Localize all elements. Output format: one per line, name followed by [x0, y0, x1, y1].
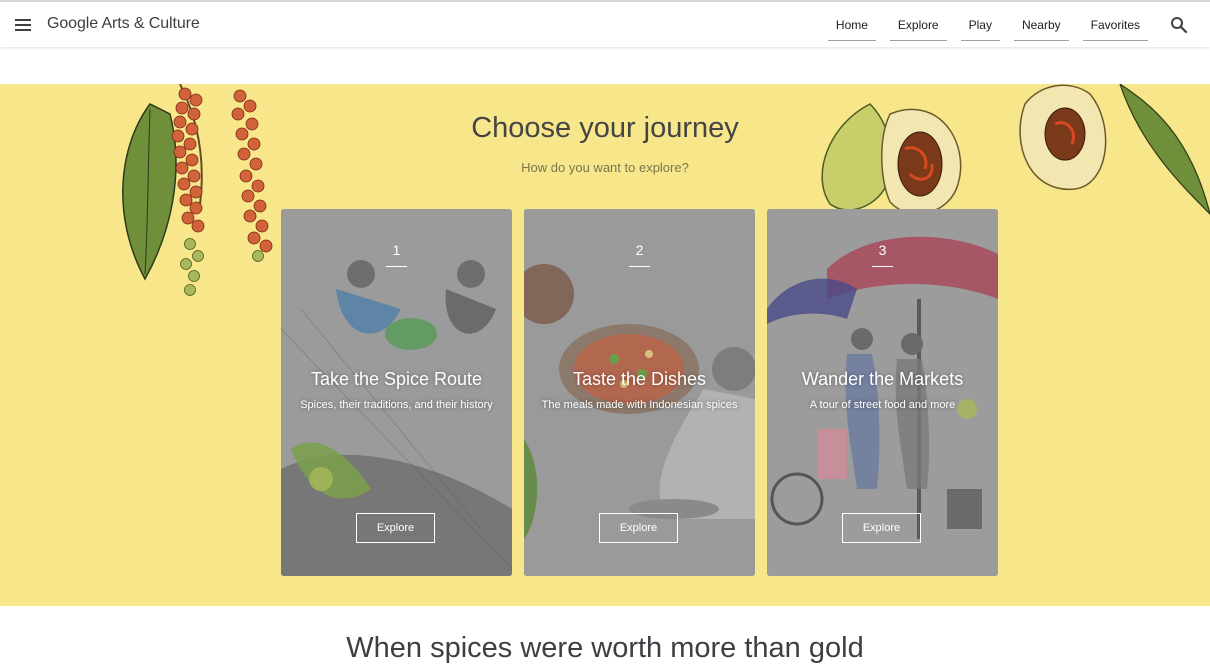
hero-title: Choose your journey [471, 112, 739, 144]
explore-button[interactable]: Explore [842, 513, 921, 543]
card-title: Take the Spice Route [310, 369, 483, 389]
journey-card-wander-markets[interactable]: 3 Wander the Markets A tour of street fo… [767, 209, 998, 576]
explore-button[interactable]: Explore [356, 513, 435, 543]
nav-favorites[interactable]: Favorites [1082, 10, 1148, 41]
section-title: When spices were worth more than gold [346, 632, 864, 664]
nav-nearby[interactable]: Nearby [1013, 10, 1069, 41]
main-nav: Home Explore Play Nearby Favorites [827, 10, 1148, 41]
card-number-underline [386, 266, 407, 267]
journey-card-taste-dishes[interactable]: 2 Taste the Dishes The meals made with I… [524, 209, 755, 576]
explore-button[interactable]: Explore [599, 513, 678, 543]
choose-journey-section: Choose your journey How do you want to e… [0, 84, 1210, 606]
site-logo[interactable]: Google Arts & Culture [47, 15, 200, 33]
top-app-bar: Google Arts & Culture Home Explore Play … [0, 2, 1210, 47]
card-subtitle: The meals made with Indonesian spices [541, 399, 738, 411]
search-icon[interactable] [1170, 16, 1188, 34]
nav-explore[interactable]: Explore [889, 10, 947, 41]
card-number: 2 [635, 242, 644, 258]
journey-card-spice-route[interactable]: 1 Take the Spice Route Spices, their tra… [281, 209, 512, 576]
card-subtitle: Spices, their traditions, and their hist… [300, 399, 493, 411]
card-title: Taste the Dishes [572, 369, 707, 389]
card-title: Wander the Markets [801, 369, 964, 389]
card-number-underline [629, 266, 650, 267]
card-subtitle: A tour of street food and more [809, 399, 956, 411]
nav-home[interactable]: Home [827, 10, 876, 41]
card-number: 1 [392, 242, 401, 258]
hero-subtitle: How do you want to explore? [521, 160, 689, 175]
card-number: 3 [878, 242, 887, 258]
nav-play[interactable]: Play [960, 10, 1000, 41]
nutmeg-illustration [821, 84, 1210, 215]
menu-icon[interactable] [14, 16, 32, 34]
card-number-underline [872, 266, 893, 267]
